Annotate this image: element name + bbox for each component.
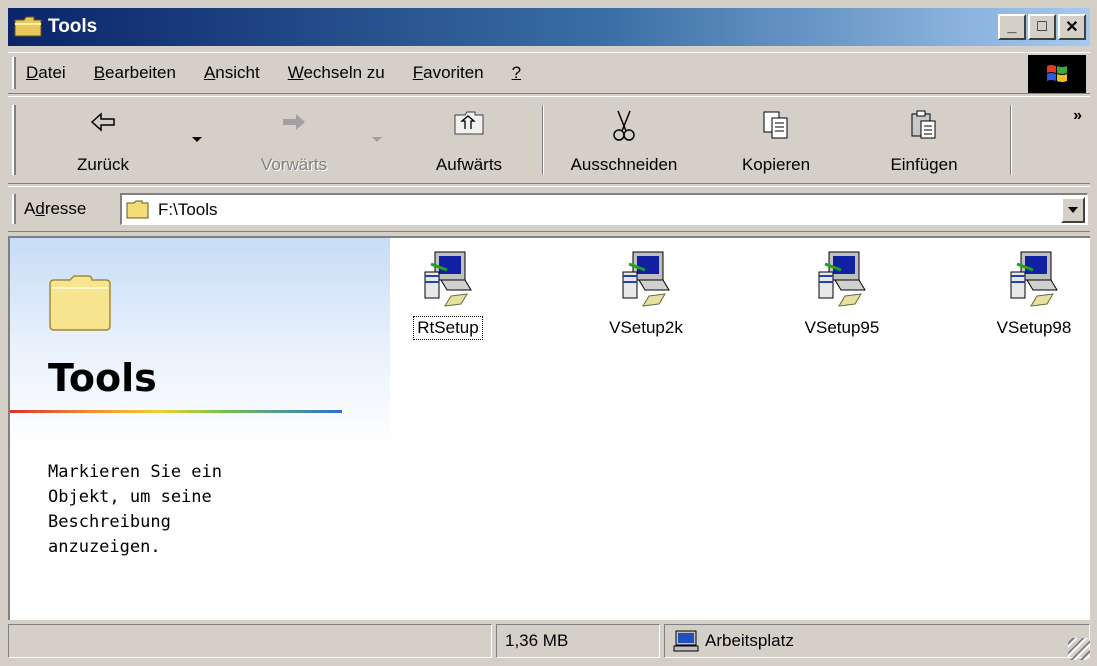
address-label-pre: A [24, 199, 36, 218]
menu-bearbeiten-label: earbeiten [105, 63, 176, 82]
file-name: VSetup98 [996, 318, 1072, 337]
menu-bearbeiten-accel: B [93, 63, 106, 82]
address-dropdown-button[interactable] [1061, 197, 1085, 223]
address-bar: Adresse F:\Tools [8, 186, 1090, 232]
forward-label: Vorwärts [260, 155, 328, 174]
maximize-button[interactable]: □ [1028, 14, 1056, 40]
setup-program-icon [421, 250, 475, 313]
back-label: Zurück [77, 155, 129, 174]
menu-ansicht[interactable]: Ansicht [204, 63, 260, 83]
menu-datei-accel: D [26, 63, 39, 82]
menu-wechseln-zu[interactable]: Wechseln zu [288, 63, 385, 83]
copy-button[interactable]: Kopieren [726, 103, 826, 181]
menu-wechseln-accel: W [287, 63, 304, 82]
menu-favoriten[interactable]: Favoriten [413, 63, 484, 83]
menu-wechseln-label: echseln zu [303, 63, 385, 82]
status-bar: 1,36 MB Arbeitsplatz [8, 624, 1090, 660]
paste-button[interactable]: Einfügen [874, 103, 974, 181]
computer-icon [673, 630, 699, 652]
file-item-vsetup98[interactable]: VSetup98 [974, 250, 1094, 339]
more-buttons-chevron-icon[interactable]: » [1073, 107, 1082, 125]
address-label-post: resse [44, 199, 87, 218]
menu-datei[interactable]: Datei [26, 63, 66, 83]
folder-icon [14, 16, 44, 38]
windows-logo-icon [1028, 55, 1086, 93]
standard-toolbar: Zurück Vorwärts Aufwärts Ausschneiden Ko… [8, 96, 1090, 184]
menu-help-accel: ? [511, 63, 522, 82]
toolbar-separator [542, 105, 544, 175]
scissors-icon [610, 109, 638, 148]
forward-button[interactable]: Vorwärts [244, 103, 344, 181]
menu-ansicht-label: nsicht [215, 63, 260, 82]
file-item-vsetup2k[interactable]: VSetup2k [586, 250, 706, 339]
menu-datei-label: atei [38, 63, 66, 82]
close-button[interactable]: ✕ [1058, 14, 1086, 40]
address-input[interactable]: F:\Tools [120, 193, 1088, 225]
menu-favoriten-accel: F [412, 63, 424, 82]
back-history-dropdown[interactable] [192, 137, 202, 142]
back-arrow-icon [89, 109, 117, 140]
file-item-vsetup95[interactable]: VSetup95 [782, 250, 902, 339]
status-text-cell [8, 624, 492, 658]
file-name: VSetup95 [804, 318, 880, 337]
forward-history-dropdown[interactable] [372, 137, 382, 142]
explorer-window: Tools _ □ ✕ Datei Bearbeiten Ansicht Wec… [0, 0, 1097, 666]
cut-label: Ausschneiden [570, 155, 678, 174]
menu-bar: Datei Bearbeiten Ansicht Wechseln zu Fav… [8, 52, 1090, 94]
setup-program-icon [619, 250, 673, 313]
file-name: VSetup2k [609, 318, 683, 337]
large-folder-icon [48, 274, 112, 337]
folder-view: Tools Markieren Sie ein Objekt, um seine… [8, 236, 1090, 620]
addressbar-grip[interactable] [12, 194, 16, 224]
cut-button[interactable]: Ausschneiden [552, 103, 696, 181]
web-view-panel: Tools Markieren Sie ein Objekt, um seine… [10, 238, 390, 620]
status-zone-cell: Arbeitsplatz [664, 624, 1090, 658]
folder-description: Markieren Sie ein Objekt, um seine Besch… [48, 462, 222, 557]
up-folder-icon [453, 109, 485, 142]
file-item-rtsetup[interactable]: RtSetup [388, 250, 508, 340]
setup-program-icon [815, 250, 869, 313]
toolbar-separator [1010, 105, 1012, 175]
menu-favoriten-label: avoriten [423, 63, 484, 82]
status-zone: Arbeitsplatz [705, 631, 794, 650]
address-value: F:\Tools [158, 199, 218, 219]
resize-grip-icon[interactable] [1068, 638, 1090, 660]
up-label: Aufwärts [435, 155, 503, 174]
minimize-button[interactable]: _ [998, 14, 1026, 40]
chevron-down-icon [1068, 207, 1078, 213]
rainbow-divider [10, 410, 342, 413]
window-title: Tools [48, 16, 98, 37]
menubar-grip[interactable] [12, 57, 16, 89]
forward-arrow-icon [280, 109, 308, 140]
back-button[interactable]: Zurück [58, 103, 148, 181]
paste-label: Einfügen [890, 155, 958, 174]
file-name: RtSetup [413, 316, 483, 340]
folder-icon [126, 200, 150, 220]
setup-program-icon [1007, 250, 1061, 313]
menu-help[interactable]: ? [512, 63, 521, 83]
folder-title: Tools [48, 356, 157, 400]
toolbar-grip[interactable] [12, 105, 16, 175]
copy-label: Kopieren [741, 155, 811, 174]
status-size-cell: 1,36 MB [496, 624, 660, 658]
address-label: Adresse [24, 199, 86, 219]
title-bar[interactable]: Tools _ □ ✕ [8, 8, 1090, 46]
address-label-accel: d [35, 199, 45, 218]
menu-bearbeiten[interactable]: Bearbeiten [94, 63, 176, 83]
up-button[interactable]: Aufwärts [414, 103, 524, 181]
paste-icon [909, 109, 939, 146]
menu-ansicht-accel: A [203, 63, 216, 82]
copy-icon [761, 109, 791, 146]
status-size: 1,36 MB [505, 631, 569, 650]
